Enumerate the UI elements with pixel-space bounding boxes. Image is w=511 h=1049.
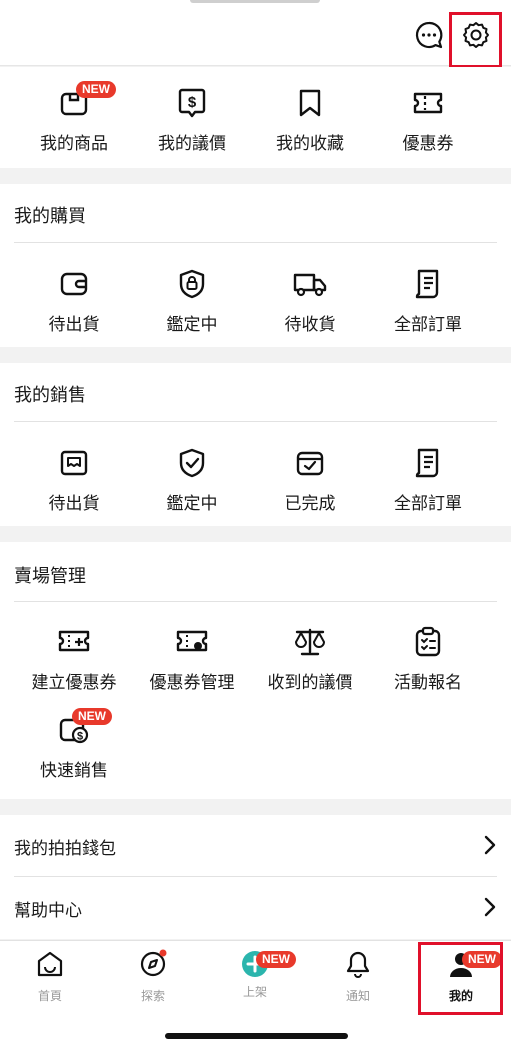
compass-icon — [138, 949, 168, 983]
item-label: 鑑定中 — [166, 315, 218, 335]
scale-icon — [293, 626, 327, 662]
item-label: 待收貨 — [284, 315, 336, 335]
item-label: 待出貨 — [48, 315, 100, 335]
wallet-row[interactable]: 我的拍拍錢包 — [0, 815, 511, 877]
orders-list-icon — [413, 268, 443, 304]
coupon-icon — [412, 90, 444, 120]
help-center-label: 幫助中心 — [14, 900, 82, 921]
clipboard-icon — [413, 626, 443, 662]
sale-authenticating-button[interactable]: 鑑定中 — [133, 447, 251, 514]
chat-icon[interactable] — [411, 17, 447, 53]
my-products-button[interactable]: NEW 我的商品 — [15, 81, 133, 154]
create-coupon-button[interactable]: 建立優惠券 — [15, 626, 133, 693]
sales-section: 我的銷售 待出貨 鑑定中 已完成 全部訂單 — [0, 363, 511, 526]
purchase-all-orders-button[interactable]: 全部訂單 — [369, 268, 487, 335]
chevron-right-icon — [483, 834, 497, 860]
shield-check-icon — [177, 447, 207, 483]
quick-actions-section: NEW 我的商品 $ 我的議價 我的收藏 優惠券 — [0, 67, 511, 168]
top-bar — [0, 0, 511, 66]
status-notch — [190, 0, 320, 3]
my-products-label: 我的商品 — [40, 134, 108, 154]
sale-all-orders-button[interactable]: 全部訂單 — [369, 447, 487, 514]
chevron-right-icon — [483, 896, 497, 922]
tab-label: 首頁 — [37, 989, 62, 1003]
shield-lock-icon — [177, 268, 207, 304]
svg-text:$: $ — [77, 731, 83, 743]
wallet-icon — [59, 270, 89, 302]
my-favorites-label: 我的收藏 — [276, 134, 344, 154]
new-badge: NEW — [256, 951, 296, 968]
dollar-bubble-icon: $ — [177, 87, 207, 123]
sale-to-ship-button[interactable]: 待出貨 — [15, 447, 133, 514]
quick-sale-button[interactable]: $ NEW 快速銷售 — [15, 708, 133, 781]
bell-icon — [343, 949, 373, 983]
wallet-row-label: 我的拍拍錢包 — [14, 838, 116, 859]
sale-completed-button[interactable]: 已完成 — [251, 447, 369, 514]
item-label: 建立優惠券 — [31, 673, 117, 693]
purchases-section: 我的購買 待出貨 鑑定中 待收貨 全部訂單 — [0, 184, 511, 347]
store-management-section: 賣場管理 建立優惠券 優惠券管理 收到的議價 活動報名 $ NEW 快速銷售 — [0, 542, 511, 799]
item-label: 全部訂單 — [394, 315, 462, 335]
my-favorites-button[interactable]: 我的收藏 — [251, 87, 369, 154]
settings-highlight — [449, 12, 502, 68]
tab-home[interactable]: 首頁 — [15, 949, 85, 1004]
item-label: 已完成 — [284, 494, 336, 514]
orders-list-icon — [413, 447, 443, 483]
help-center-row[interactable]: 幫助中心 — [0, 877, 511, 939]
tab-explore[interactable]: 探索 — [118, 949, 188, 1004]
tab-label: 探索 — [140, 989, 165, 1003]
coupons-button[interactable]: 優惠券 — [369, 87, 487, 154]
svg-text:$: $ — [188, 94, 197, 111]
profile-tab-highlight — [418, 942, 503, 1015]
section-title: 賣場管理 — [14, 566, 86, 587]
purchase-to-ship-button[interactable]: 待出貨 — [15, 268, 133, 335]
package-icon — [59, 449, 89, 481]
purchase-to-receive-button[interactable]: 待收貨 — [251, 268, 369, 335]
purchase-authenticating-button[interactable]: 鑑定中 — [133, 268, 251, 335]
item-label: 活動報名 — [394, 673, 462, 693]
item-label: 收到的議價 — [267, 673, 353, 693]
section-title: 我的銷售 — [14, 385, 86, 406]
tab-label: 上架 — [242, 985, 267, 999]
home-indicator — [165, 1033, 348, 1039]
bookmark-icon — [297, 88, 323, 122]
my-bargains-label: 我的議價 — [158, 134, 226, 154]
coupon-manage-icon — [175, 628, 209, 660]
section-title: 我的購買 — [14, 206, 86, 227]
tab-sell[interactable]: NEW 上架 — [220, 949, 296, 1000]
item-label: 全部訂單 — [394, 494, 462, 514]
received-bargains-button[interactable]: 收到的議價 — [251, 626, 369, 693]
new-badge: NEW — [72, 708, 112, 725]
my-bargains-button[interactable]: $ 我的議價 — [133, 87, 251, 154]
coupon-add-icon — [57, 628, 91, 660]
home-icon — [35, 949, 65, 983]
box-check-icon — [295, 448, 325, 482]
divider — [14, 601, 497, 602]
item-label: 快速銷售 — [40, 761, 108, 781]
item-label: 優惠券管理 — [149, 673, 235, 693]
coupons-label: 優惠券 — [402, 134, 454, 154]
new-badge: NEW — [76, 81, 116, 98]
event-signup-button[interactable]: 活動報名 — [369, 626, 487, 693]
item-label: 鑑定中 — [166, 494, 218, 514]
truck-icon — [292, 270, 328, 302]
item-label: 待出貨 — [48, 494, 100, 514]
manage-coupons-button[interactable]: 優惠券管理 — [133, 626, 251, 693]
tab-notifications[interactable]: 通知 — [323, 949, 393, 1004]
tab-label: 通知 — [345, 989, 370, 1003]
divider — [14, 421, 497, 422]
divider — [14, 242, 497, 243]
